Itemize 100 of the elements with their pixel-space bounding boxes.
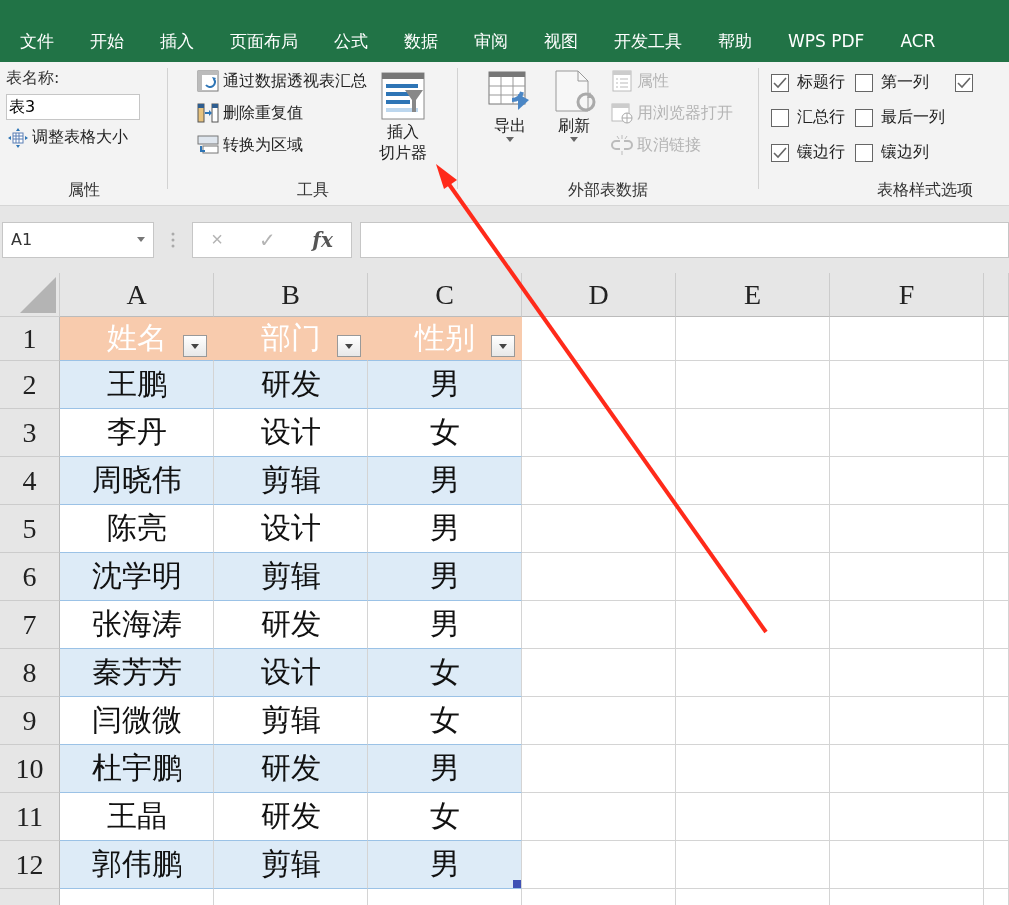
- row-header[interactable]: 9: [0, 697, 60, 745]
- style-option-checkbox[interactable]: 镶边列: [855, 138, 945, 167]
- column-header[interactable]: E: [676, 273, 830, 317]
- checkbox[interactable]: [855, 108, 873, 127]
- check-icon: [957, 76, 971, 89]
- style-option-checkbox[interactable]: 标题行: [771, 68, 845, 97]
- empty-cell: [984, 649, 1009, 697]
- export-button[interactable]: 导出: [481, 68, 539, 180]
- ribbon-tab[interactable]: 公式: [316, 20, 386, 62]
- empty-cell: [984, 745, 1009, 793]
- row-header[interactable]: 12: [0, 841, 60, 889]
- group-title: 属性: [67, 180, 100, 201]
- row-header[interactable]: 8: [0, 649, 60, 697]
- style-option-checkbox[interactable]: 汇总行: [771, 103, 845, 132]
- column-header[interactable]: A: [60, 273, 214, 317]
- row-header[interactable]: 1: [0, 317, 60, 361]
- empty-cell: [984, 601, 1009, 649]
- filter-button[interactable]: [183, 335, 207, 357]
- empty-cell: [984, 553, 1009, 601]
- insert-function-button[interactable]: fx: [308, 227, 337, 252]
- row-header[interactable]: 11: [0, 793, 60, 841]
- remove-duplicates-icon: [196, 102, 219, 124]
- resize-table-button[interactable]: 调整表格大小: [6, 125, 140, 150]
- ribbon-tab[interactable]: 文件: [2, 20, 72, 62]
- table-cell: 男: [368, 841, 522, 889]
- empty-cell: [984, 505, 1009, 553]
- ribbon-tab[interactable]: 插入: [142, 20, 212, 62]
- caret-icon: [499, 343, 507, 349]
- table-cell: 剪辑: [214, 457, 368, 505]
- refresh-document-icon: [552, 70, 596, 114]
- table-cell: 秦芳芳: [60, 649, 214, 697]
- tool-button[interactable]: 删除重复值: [194, 100, 369, 126]
- ribbon-tab[interactable]: 开发工具: [596, 20, 700, 62]
- empty-cell: [984, 841, 1009, 889]
- table-cell: 女: [368, 649, 522, 697]
- ribbon-tab[interactable]: 审阅: [456, 20, 526, 62]
- ribbon-tab[interactable]: 帮助: [700, 20, 770, 62]
- checkbox[interactable]: [771, 108, 789, 127]
- row-header[interactable]: 2: [0, 361, 60, 409]
- table-cell: 沈学明: [60, 553, 214, 601]
- style-option-checkbox[interactable]: 镶边行: [771, 138, 845, 167]
- resize-handle-icon[interactable]: [513, 880, 521, 888]
- filter-button[interactable]: [491, 335, 515, 357]
- name-box[interactable]: A1: [2, 221, 154, 258]
- table-cell: 男: [368, 361, 522, 409]
- column-header[interactable]: B: [214, 273, 368, 317]
- style-option-checkbox[interactable]: 第一列: [855, 68, 945, 97]
- group-title: 工具: [296, 180, 329, 201]
- ribbon-tab[interactable]: 数据: [386, 20, 456, 62]
- checkbox[interactable]: [855, 143, 873, 162]
- table-header-cell: 姓名: [60, 317, 214, 361]
- refresh-button[interactable]: 刷新: [545, 68, 603, 180]
- caret-icon: [345, 343, 353, 349]
- insert-slicer-button[interactable]: 插入 切片器: [374, 68, 431, 180]
- caret-icon: [191, 343, 199, 349]
- column-header[interactable]: F: [830, 273, 984, 317]
- corner-triangle-icon: [20, 277, 56, 313]
- table-name-label: 表名称:: [6, 68, 61, 89]
- table-cell: 王鹏: [60, 361, 214, 409]
- row-header[interactable]: 3: [0, 409, 60, 457]
- checkbox[interactable]: [771, 73, 789, 92]
- browser-table-icon: [611, 102, 633, 124]
- group-title: 外部表数据: [568, 180, 648, 201]
- dropdown-caret-icon: [506, 137, 514, 143]
- ribbon-tab[interactable]: 视图: [526, 20, 596, 62]
- row-header[interactable]: 10: [0, 745, 60, 793]
- checkbox[interactable]: [771, 143, 789, 162]
- style-option-checkbox[interactable]: 最后一列: [855, 103, 945, 132]
- filter-button[interactable]: [337, 335, 361, 357]
- table-header-cell: 部门: [214, 317, 368, 361]
- column-header[interactable]: D: [522, 273, 676, 317]
- ribbon-tab[interactable]: 页面布局: [212, 20, 316, 62]
- formula-input[interactable]: [360, 221, 1009, 258]
- slicer-icon: [380, 72, 425, 120]
- tool-button[interactable]: 转换为区域: [194, 132, 369, 158]
- broken-link-icon: [611, 134, 633, 156]
- table-cell: 周晓伟: [60, 457, 214, 505]
- tool-button[interactable]: 通过数据透视表汇总: [194, 68, 369, 94]
- pivot-icon: [196, 70, 219, 92]
- empty-cell: [984, 409, 1009, 457]
- table-cell: 杜宇鹏: [60, 745, 214, 793]
- resize-icon: [8, 127, 28, 148]
- dropdown-caret-icon: [137, 237, 145, 242]
- checkbox[interactable]: [855, 73, 873, 92]
- empty-cell: [984, 457, 1009, 505]
- row-header[interactable]: 6: [0, 553, 60, 601]
- ribbon-tab[interactable]: 开始: [72, 20, 142, 62]
- row-header[interactable]: 4: [0, 457, 60, 505]
- empty-cell: [984, 697, 1009, 745]
- row-header[interactable]: 7: [0, 601, 60, 649]
- ribbon-tab[interactable]: WPS PDF: [770, 20, 883, 62]
- ribbon-tab[interactable]: ACR: [882, 20, 954, 62]
- table-cell: 研发: [214, 745, 368, 793]
- table-name-field[interactable]: 表3: [6, 94, 140, 120]
- table-cell: 男: [368, 553, 522, 601]
- column-header[interactable]: C: [368, 273, 522, 317]
- checkbox[interactable]: [955, 73, 973, 92]
- table-header-cell: 性别: [368, 317, 522, 361]
- row-header[interactable]: 5: [0, 505, 60, 553]
- table-cell: 研发: [214, 361, 368, 409]
